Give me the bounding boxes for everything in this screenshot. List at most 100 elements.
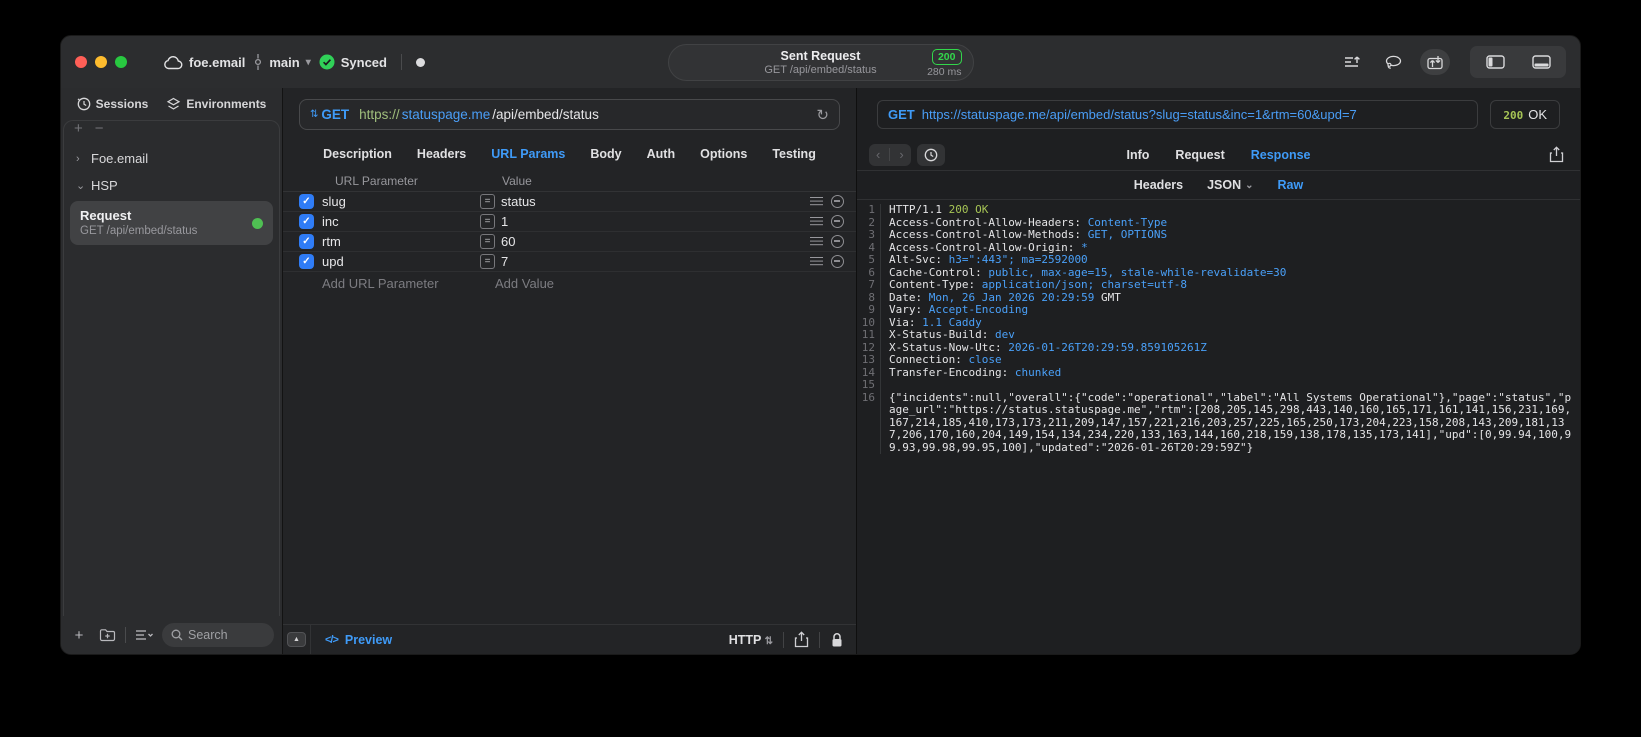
param-enabled-checkbox[interactable]: ✓ [299, 234, 314, 249]
tab-auth[interactable]: Auth [647, 147, 675, 161]
sent-request-summary[interactable]: Sent Request GET /api/embed/status 200 2… [667, 44, 974, 81]
param-value-field[interactable]: 7 [501, 254, 810, 269]
equals-icon: = [480, 214, 495, 229]
lasso-icon[interactable] [1380, 50, 1406, 74]
remove-param-icon[interactable] [831, 235, 844, 248]
drag-handle-icon[interactable] [810, 237, 823, 246]
drag-handle-icon[interactable] [810, 197, 823, 206]
column-header-param: URL Parameter [335, 173, 418, 188]
chevron-right-icon: › [76, 152, 80, 165]
line-content: Transfer-Encoding: chunked [889, 365, 1062, 379]
request-list-item-selected[interactable]: Request GET /api/embed/status [70, 201, 273, 245]
history-button[interactable] [916, 143, 945, 166]
remove-param-icon[interactable] [831, 195, 844, 208]
param-value-field[interactable]: status [501, 194, 810, 209]
new-folder-button[interactable] [97, 625, 117, 645]
tab-info[interactable]: Info [1127, 148, 1150, 162]
tree-item-foe-email[interactable]: › Foe.email [64, 145, 279, 172]
history-back-button[interactable]: ‹ [876, 147, 880, 162]
param-name-field[interactable]: upd [322, 254, 480, 269]
remove-session-button[interactable]: − [95, 121, 104, 136]
param-value-field[interactable]: 1 [501, 214, 810, 229]
branch-selector[interactable]: main ▾ [253, 54, 311, 70]
drag-handle-icon[interactable] [810, 257, 823, 266]
tree-item-hsp[interactable]: ⌄ HSP [64, 172, 279, 199]
tab-response[interactable]: Response [1251, 148, 1311, 162]
equals-icon: = [480, 234, 495, 249]
history-forward-button[interactable]: › [899, 147, 903, 162]
request-url-bar[interactable]: ⇅ GET https://statuspage.me/api/embed/st… [299, 99, 840, 130]
tab-environments[interactable]: Environments [166, 97, 266, 112]
titlebar: foe.email main ▾ Synced Sent Request GET… [61, 36, 1580, 88]
search-input[interactable]: Search [162, 623, 274, 647]
method-selector-icon[interactable]: ⇅ [310, 109, 318, 120]
param-enabled-checkbox[interactable]: ✓ [299, 194, 314, 209]
branch-icon [255, 54, 262, 70]
unsaved-indicator-dot [415, 57, 425, 67]
response-body[interactable]: 1 HTTP/1.1 200 OK 2 Access-Control-Allow-He… [857, 200, 1580, 654]
resend-request-icon[interactable]: ↻ [816, 106, 829, 124]
tab-label: Sessions [95, 97, 149, 111]
tab-url-params[interactable]: URL Params [491, 147, 565, 161]
tab-description[interactable]: Description [323, 147, 392, 161]
add-url-parameter-button[interactable]: Add URL Parameter [322, 276, 495, 291]
tab-options[interactable]: Options [700, 147, 747, 161]
remove-param-icon[interactable] [831, 215, 844, 228]
tab-testing[interactable]: Testing [772, 147, 816, 161]
project-menu[interactable]: foe.email [163, 55, 245, 70]
export-response-icon[interactable] [1549, 146, 1564, 163]
param-enabled-checkbox[interactable]: ✓ [299, 254, 314, 269]
zoom-window-button[interactable] [115, 56, 127, 68]
code-icon: </> [325, 633, 339, 646]
line-number: 9 [857, 303, 881, 317]
tab-request[interactable]: Request [1175, 148, 1224, 162]
remove-param-icon[interactable] [831, 255, 844, 268]
add-value-button[interactable]: Add Value [495, 276, 554, 291]
subtab-json[interactable]: JSON ⌄ [1207, 178, 1253, 192]
chevron-down-icon: ⌄ [76, 180, 86, 192]
toggle-left-sidebar-icon[interactable] [1482, 50, 1508, 74]
response-status-badge: 200 OK [1490, 100, 1560, 129]
share-request-icon[interactable] [794, 631, 809, 648]
param-name-field[interactable]: rtm [322, 234, 480, 249]
sort-ascending-icon[interactable] [1340, 50, 1366, 74]
url-param-row: ✓ inc = 1 [283, 212, 856, 232]
lock-icon[interactable] [830, 632, 844, 648]
tab-sessions[interactable]: Sessions [77, 97, 149, 111]
line-number: 3 [857, 228, 881, 242]
tab-body[interactable]: Body [590, 147, 621, 161]
clock-icon [924, 148, 938, 161]
url-param-row: ✓ upd = 7 [283, 252, 856, 272]
add-request-button[interactable]: + [69, 625, 89, 645]
param-enabled-checkbox[interactable]: ✓ [299, 214, 314, 229]
request-editor-panel: ⇅ GET https://statuspage.me/api/embed/st… [282, 88, 856, 654]
import-export-icon[interactable] [1420, 49, 1450, 75]
drag-handle-icon[interactable] [810, 217, 823, 226]
tab-headers[interactable]: Headers [417, 147, 466, 161]
subtab-headers[interactable]: Headers [1134, 178, 1183, 192]
close-window-button[interactable] [75, 56, 87, 68]
request-method[interactable]: GET [321, 107, 349, 122]
url-path: /api/embed/status [492, 107, 599, 122]
param-value-field[interactable]: 60 [501, 234, 810, 249]
url-param-row: ✓ slug = status [283, 192, 856, 212]
response-status-text: OK [1528, 107, 1547, 122]
protocol-selector[interactable]: HTTP ⇅ [729, 633, 773, 647]
param-name-field[interactable]: slug [322, 194, 480, 209]
toggle-bottom-panel-icon[interactable] [1528, 50, 1554, 74]
sync-status[interactable]: Synced [319, 54, 387, 70]
code-line: 14 Transfer-Encoding: chunked [857, 365, 1580, 379]
equals-icon: = [480, 194, 495, 209]
subtab-raw[interactable]: Raw [1278, 178, 1304, 192]
minimize-window-button[interactable] [95, 56, 107, 68]
sent-request-url[interactable]: GET https://statuspage.me/api/embed/stat… [877, 100, 1479, 129]
expand-panel-button[interactable]: ▲ [283, 625, 311, 654]
chevron-down-icon: ▾ [305, 56, 311, 68]
add-session-button[interactable]: + [74, 121, 83, 136]
environments-layers-icon [167, 97, 181, 110]
divider [819, 631, 820, 648]
sync-label: Synced [340, 54, 387, 70]
list-options-button[interactable] [134, 625, 154, 645]
preview-button[interactable]: </> Preview [325, 633, 392, 647]
param-name-field[interactable]: inc [322, 214, 480, 229]
